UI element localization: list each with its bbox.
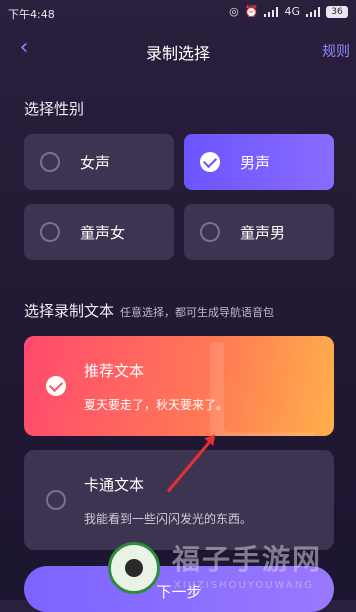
text-option-sample: 夏天要走了，秋天要来了。: [84, 398, 229, 412]
gender-option-female[interactable]: 女声: [24, 134, 174, 190]
alarm-icon: ⏰: [244, 5, 259, 18]
radio-unchecked-icon: [40, 222, 60, 242]
rules-link[interactable]: 规则: [322, 41, 350, 61]
text-option-recommended[interactable]: 推荐文本 夏天要走了，秋天要来了。: [24, 336, 334, 436]
gender-label: 男声: [240, 154, 271, 172]
watermark-logo-icon: [108, 542, 160, 594]
gender-option-girl[interactable]: 童声女: [24, 204, 174, 260]
battery-icon: 36: [326, 5, 348, 18]
radio-unchecked-icon: [200, 222, 220, 242]
text-section-label: 选择录制文本: [24, 302, 115, 320]
signal-icon: [264, 6, 279, 17]
gender-label: 童声女: [80, 224, 126, 242]
gender-label: 童声男: [240, 224, 286, 242]
text-option-title: 推荐文本: [84, 362, 145, 380]
signal-icon-2: [306, 6, 320, 17]
status-time: 下午4:48: [8, 8, 55, 21]
gender-section-title: 选择性别: [24, 100, 85, 118]
check-circle-icon: [46, 376, 66, 396]
gender-option-male[interactable]: 男声: [184, 134, 334, 190]
text-section-title: 选择录制文本 任意选择，都可生成导航语音包: [24, 300, 274, 321]
watermark-en: XIUZISHOUYOUWANG: [174, 580, 314, 591]
network-type: 4G: [284, 5, 300, 18]
text-option-cartoon[interactable]: 卡通文本 我能看到一些闪闪发光的东西。: [24, 450, 334, 550]
status-icons: ◎ ⏰ 4G 36: [229, 5, 348, 18]
watermark: 福子手游网 XIUZISHOUYOUWANG: [108, 536, 348, 598]
hotspot-icon: ◎: [229, 5, 239, 18]
radio-unchecked-icon: [46, 490, 66, 510]
text-option-sample: 我能看到一些闪闪发光的东西。: [84, 512, 253, 526]
page-title: 录制选择: [145, 44, 210, 63]
watermark-cn: 福子手游网: [172, 543, 323, 576]
gender-option-boy[interactable]: 童声男: [184, 204, 334, 260]
radio-unchecked-icon: [40, 152, 60, 172]
text-section-hint: 任意选择，都可生成导航语音包: [120, 306, 275, 319]
gender-label: 女声: [80, 154, 111, 172]
nav-bar: ‹ 录制选择 规则: [0, 30, 356, 70]
check-circle-icon: [200, 152, 220, 172]
text-option-title: 卡通文本: [84, 476, 145, 494]
decorative-shape: [210, 342, 314, 436]
status-bar: 下午4:48 ◎ ⏰ 4G 36: [0, 0, 356, 26]
